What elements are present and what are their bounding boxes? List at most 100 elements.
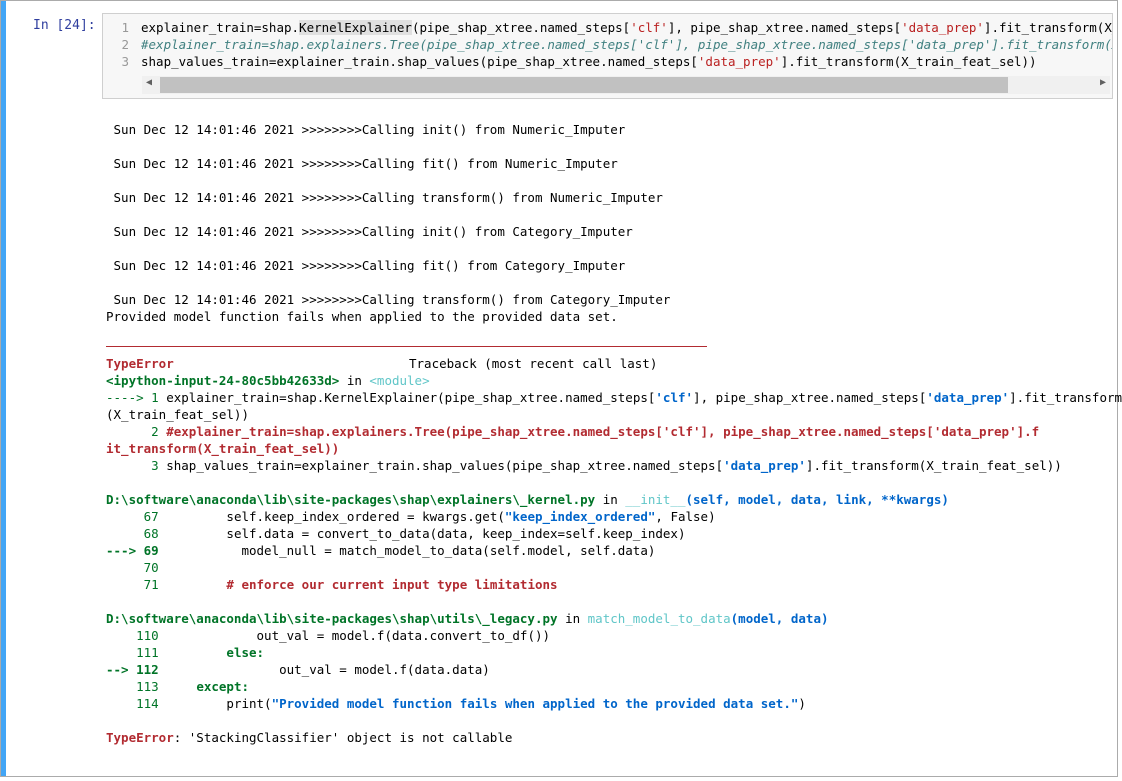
code-text: ], pipe_shap_xtree.named_steps[ [693, 390, 927, 405]
code-editor[interactable]: 1 explainer_train=shap.KernelExplainer(pi… [102, 13, 1113, 99]
code-comment: #explainer_train=shap.explainers.Tree(pi… [158, 424, 1040, 439]
code-text: ].fit_transform(X_train_fe [983, 20, 1112, 35]
code-text: shap_values_train=explainer_train.shap_v… [158, 458, 724, 473]
in-word: in [557, 611, 588, 626]
code-text: ) [798, 696, 806, 711]
code-text: ].fit_transform [1009, 390, 1122, 405]
traceback-frame-line: 3 shap_values_train=explainer_train.shap… [106, 457, 1062, 474]
current-line-arrow: ---> 69 [106, 543, 159, 558]
string-literal: 'clf' [655, 390, 694, 405]
string-literal: "Provided model function fails when appl… [271, 696, 799, 711]
code-text: explainer_train=shap.KernelExplainer(pip… [158, 390, 656, 405]
final-error-line: TypeError: 'StackingClassifier' object i… [106, 729, 512, 746]
traceback-frame-line: ---> 69 model_null = match_model_to_data… [106, 542, 655, 559]
scrollbar-thumb[interactable] [160, 77, 1008, 93]
stdout-line: Sun Dec 12 14:01:46 2021 >>>>>>>>Calling… [106, 292, 671, 307]
line-number: 114 [106, 696, 159, 711]
in-word: in [595, 492, 626, 507]
code-text: self.data = convert_to_data(data, keep_i… [158, 526, 686, 541]
traceback-frame-line: ----> 1 explainer_train=shap.KernelExpla… [106, 389, 1122, 406]
line-number: 110 [106, 628, 159, 643]
stdout-line: Sun Dec 12 14:01:46 2021 >>>>>>>>Calling… [106, 190, 663, 205]
stdout-line: Sun Dec 12 14:01:46 2021 >>>>>>>>Calling… [106, 258, 626, 273]
traceback-frame-line: it_transform(X_train_feat_sel)) [106, 441, 340, 456]
string-literal: 'data_prep' [901, 20, 984, 35]
module-name: <module> [369, 373, 430, 388]
traceback-frame-line: 110 out_val = model.f(data.convert_to_df… [106, 627, 550, 644]
code-comment: #explainer_train=shap.explainers.Tree(pi… [141, 37, 1113, 52]
line-number: 2 [121, 37, 129, 52]
input-prompt: In [24]: [33, 18, 96, 33]
line-number: 68 [106, 526, 159, 541]
string-literal: 'data_prep' [723, 458, 806, 473]
traceback-frame-line: 70 [106, 559, 159, 576]
line-number: 70 [106, 560, 159, 575]
stdout-line: Sun Dec 12 14:01:46 2021 >>>>>>>>Calling… [106, 224, 633, 239]
code-text: print( [158, 696, 272, 711]
code-text: out_val = model.f(data.data) [158, 662, 490, 677]
string-literal: 'clf' [630, 20, 668, 35]
code-line-2[interactable]: 2 #explainer_train=shap.explainers.Tree(p… [103, 36, 1113, 53]
code-comment: # enforce our current input type limitat… [158, 577, 558, 592]
scroll-right-icon[interactable]: ▶ [1100, 77, 1106, 88]
line-number: 1 [143, 390, 159, 405]
string-literal: 'data_prep' [926, 390, 1010, 405]
code-line-1[interactable]: 1 explainer_train=shap.KernelExplainer(pi… [103, 19, 1112, 36]
traceback-frame-line: 114 print("Provided model function fails… [106, 695, 806, 712]
input-reference: <ipython-input-24-80c5bb42633d> [106, 373, 340, 388]
function-args: (model, data) [730, 611, 829, 626]
scroll-left-icon[interactable]: ◀ [146, 77, 152, 88]
error-message: : 'StackingClassifier' object is not cal… [173, 730, 513, 745]
code-text: ].fit_transform(X_train_feat_sel)) [780, 54, 1037, 69]
line-number: 1 [121, 20, 129, 35]
traceback-frame-line: 113 except: [106, 678, 249, 695]
code-cell[interactable]: In [24]: 1 explainer_train=shap.KernelExp… [0, 0, 1122, 777]
function-args: (self, model, data, link, **kwargs) [685, 492, 949, 507]
traceback-frame-line: --> 112 out_val = model.f(data.data) [106, 661, 490, 678]
file-path: D:\software\anaconda\lib\site-packages\s… [106, 611, 558, 626]
traceback-header: TypeError Traceback (most recent call las… [106, 355, 657, 372]
line-number: 111 [106, 645, 159, 660]
line-number: 3 [106, 458, 159, 473]
current-line-arrow: ----> [106, 390, 144, 405]
cell-selection-bar [1, 1, 6, 776]
code-text: ].fit_transform(X_train_feat_sel)) [805, 458, 1062, 473]
code-text: explainer_train=shap. [141, 20, 300, 35]
file-path: D:\software\anaconda\lib\site-packages\s… [106, 492, 596, 507]
traceback-location: <ipython-input-24-80c5bb42633d> in <modu… [106, 372, 430, 389]
code-text: (pipe_shap_xtree.named_steps[ [411, 20, 631, 35]
line-number: 3 [121, 54, 129, 69]
traceback-frame-line: 68 self.data = convert_to_data(data, kee… [106, 525, 686, 542]
keyword: else: [158, 645, 265, 660]
code-text: , False) [655, 509, 716, 524]
error-name: TypeError [106, 730, 174, 745]
function-name: match_model_to_data [587, 611, 731, 626]
stdout-line: Sun Dec 12 14:01:46 2021 >>>>>>>>Calling… [106, 156, 618, 171]
traceback-frame-line: 67 self.keep_index_ordered = kwargs.get(… [106, 508, 716, 525]
function-name: __init__ [625, 492, 686, 507]
stdout-line: Provided model function fails when appli… [106, 309, 618, 324]
string-literal: 'data_prep' [697, 54, 781, 69]
in-word: in [339, 373, 370, 388]
traceback-frame-line: 71 # enforce our current input type limi… [106, 576, 558, 593]
traceback-title: Traceback (most recent call last) [409, 356, 658, 371]
line-number: 67 [106, 509, 159, 524]
traceback-file-line: D:\software\anaconda\lib\site-packages\s… [106, 491, 949, 508]
code-text: out_val = model.f(data.convert_to_df()) [158, 628, 551, 643]
code-text: ], pipe_shap_xtree.named_steps[ [667, 20, 902, 35]
string-literal: "keep_index_ordered" [504, 509, 656, 524]
current-line-arrow: --> 112 [106, 662, 159, 677]
traceback-file-line: D:\software\anaconda\lib\site-packages\s… [106, 610, 829, 627]
code-line-3[interactable]: 3 shap_values_train=explainer_train.shap_… [103, 53, 1037, 70]
horizontal-scrollbar[interactable]: ◀ ▶ [142, 76, 1110, 94]
line-number: 2 [106, 424, 159, 439]
traceback-divider [106, 346, 707, 347]
stdout-line: Sun Dec 12 14:01:46 2021 >>>>>>>>Calling… [106, 122, 626, 137]
highlighted-token: KernelExplainer [299, 20, 412, 35]
code-text: self.keep_index_ordered = kwargs.get( [158, 509, 505, 524]
traceback-frame-line: (X_train_feat_sel)) [106, 407, 249, 422]
line-number: 71 [106, 577, 159, 592]
line-number: 113 [106, 679, 159, 694]
keyword: except: [158, 679, 249, 694]
traceback-frame-line: 2 #explainer_train=shap.explainers.Tree(… [106, 423, 1039, 440]
